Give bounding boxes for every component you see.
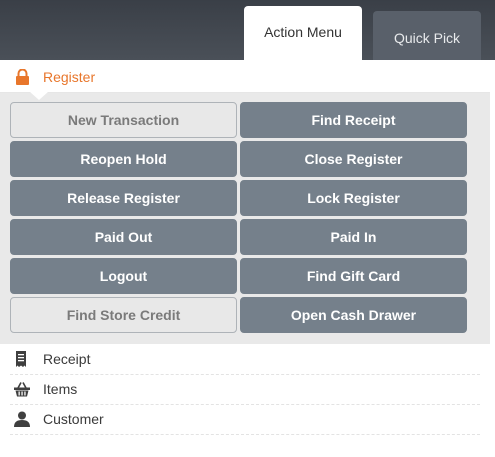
lock-register-label: Lock Register bbox=[307, 190, 400, 206]
nav-item-receipt-label: Receipt bbox=[43, 351, 91, 367]
nav-item-customer[interactable]: Customer bbox=[10, 405, 480, 435]
tab-action-menu[interactable]: Action Menu bbox=[244, 6, 362, 60]
receipt-icon bbox=[16, 351, 26, 367]
find-receipt-label: Find Receipt bbox=[311, 112, 396, 128]
nav-item-items-label: Items bbox=[43, 381, 78, 397]
release-register-label: Release Register bbox=[67, 190, 180, 206]
paid-out-button[interactable]: Paid Out bbox=[10, 219, 237, 255]
user-icon bbox=[14, 411, 30, 427]
open-cash-drawer-button[interactable]: Open Cash Drawer bbox=[240, 297, 467, 333]
new-transaction-button[interactable]: New Transaction bbox=[10, 102, 237, 138]
section-pointer bbox=[30, 92, 48, 100]
find-receipt-button[interactable]: Find Receipt bbox=[240, 102, 467, 138]
logout-label: Logout bbox=[99, 268, 148, 284]
tab-quick-pick-label: Quick Pick bbox=[393, 29, 461, 46]
paid-in-label: Paid In bbox=[330, 229, 377, 245]
paid-in-button[interactable]: Paid In bbox=[240, 219, 467, 255]
reopen-hold-button[interactable]: Reopen Hold bbox=[10, 141, 237, 177]
find-gift-card-button[interactable]: Find Gift Card bbox=[240, 258, 467, 294]
new-transaction-label: New Transaction bbox=[67, 112, 180, 128]
nav-item-receipt[interactable]: Receipt bbox=[10, 345, 480, 375]
nav-item-items[interactable]: Items bbox=[10, 375, 480, 405]
close-register-button[interactable]: Close Register bbox=[240, 141, 467, 177]
reopen-hold-label: Reopen Hold bbox=[80, 151, 167, 167]
paid-out-label: Paid Out bbox=[94, 229, 153, 245]
basket-icon bbox=[14, 382, 30, 397]
find-gift-card-label: Find Gift Card bbox=[306, 268, 401, 284]
tab-action-menu-label: Action Menu bbox=[264, 24, 342, 40]
close-register-label: Close Register bbox=[304, 151, 403, 167]
release-register-button[interactable]: Release Register bbox=[10, 180, 237, 216]
register-button-panel: New Transaction Find Receipt Reopen Hold… bbox=[0, 93, 490, 344]
nav-item-customer-label: Customer bbox=[43, 411, 104, 427]
register-section-header[interactable]: Register bbox=[0, 60, 490, 93]
lock-register-button[interactable]: Lock Register bbox=[240, 180, 467, 216]
tab-quick-pick[interactable]: Quick Pick bbox=[373, 11, 481, 60]
lock-icon bbox=[16, 69, 29, 85]
find-store-credit-button[interactable]: Find Store Credit bbox=[10, 297, 237, 333]
top-bar: Action Menu Quick Pick bbox=[0, 0, 495, 60]
register-section-title: Register bbox=[43, 69, 96, 85]
open-cash-drawer-label: Open Cash Drawer bbox=[290, 307, 417, 323]
find-store-credit-label: Find Store Credit bbox=[66, 307, 181, 323]
logout-button[interactable]: Logout bbox=[10, 258, 237, 294]
